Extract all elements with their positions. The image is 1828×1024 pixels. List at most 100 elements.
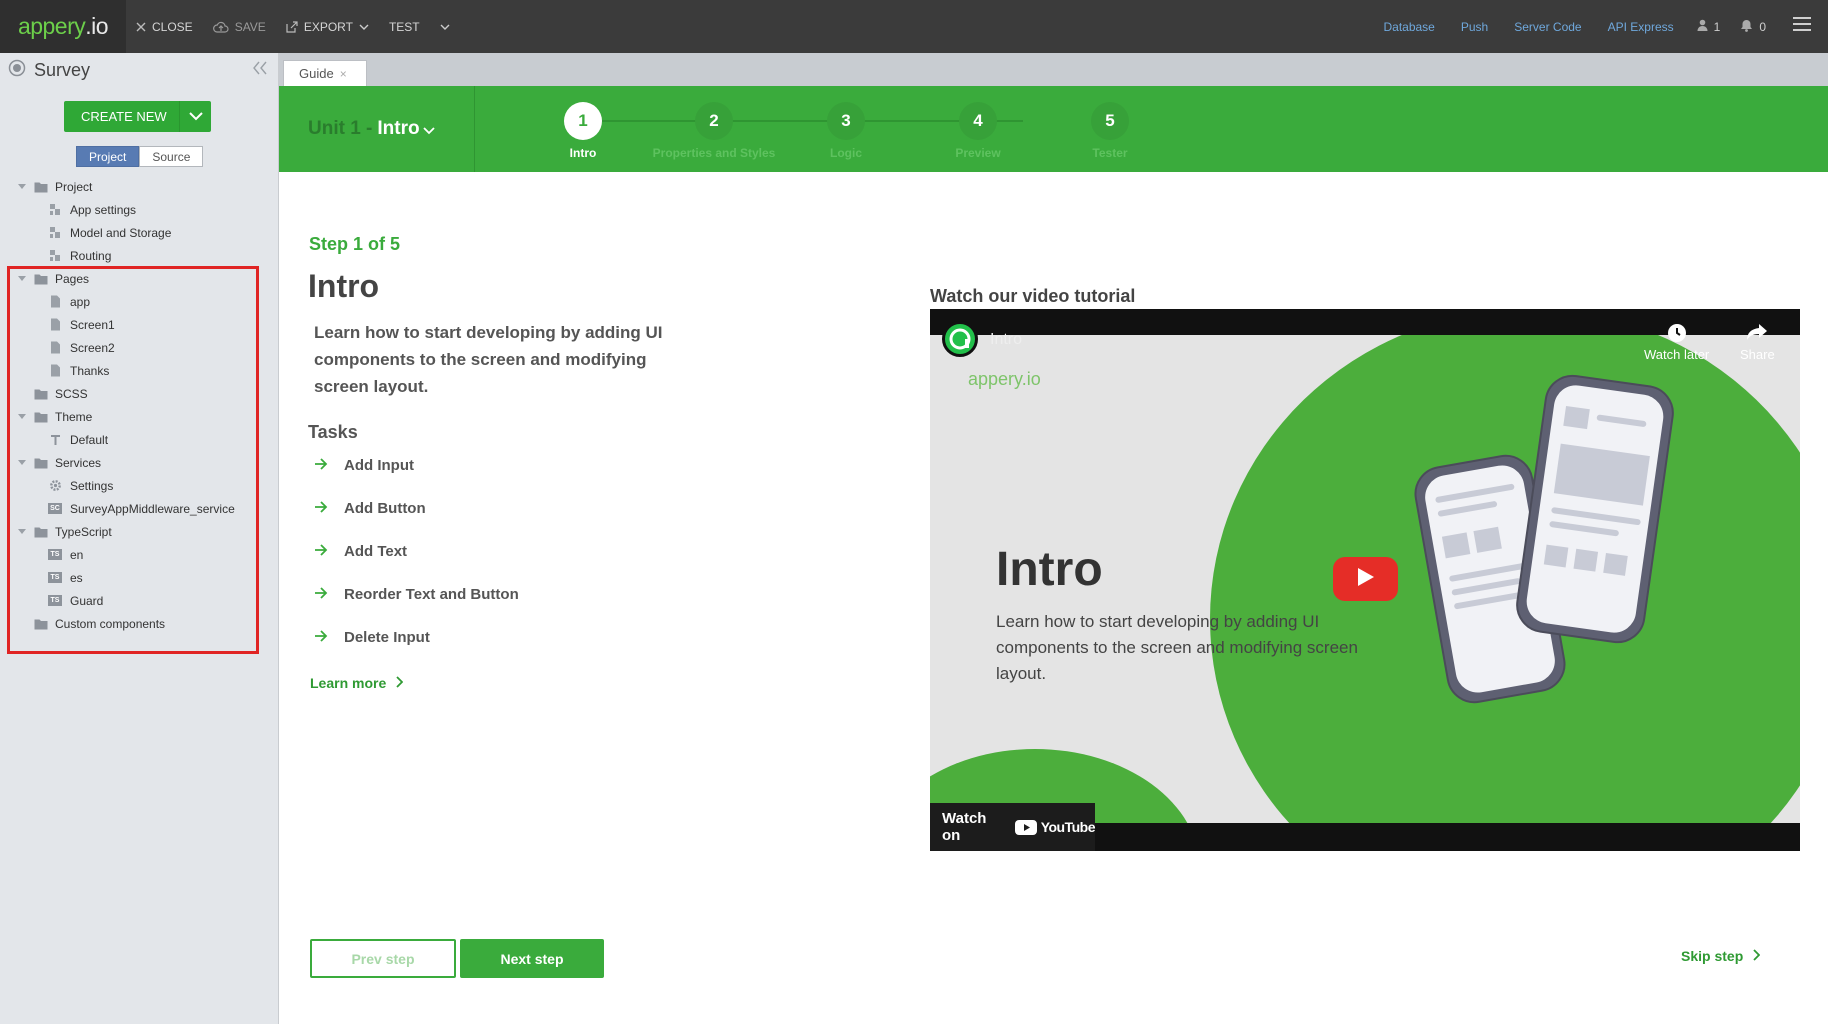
- tree-item[interactable]: TS en: [0, 543, 279, 566]
- typescript-icon: TS: [48, 594, 62, 608]
- create-new-button[interactable]: CREATE NEW: [64, 101, 211, 132]
- play-button[interactable]: [1333, 557, 1398, 601]
- youtube-label: YouTube: [1040, 819, 1096, 835]
- export-button[interactable]: EXPORT: [276, 0, 379, 53]
- tree-item[interactable]: Screen1: [0, 313, 279, 336]
- task-item[interactable]: Add Input: [314, 457, 414, 474]
- close-button[interactable]: CLOSE: [126, 0, 203, 53]
- expand-toggle-icon[interactable]: [17, 527, 27, 537]
- tree-item[interactable]: App settings: [0, 198, 279, 221]
- notifications-indicator[interactable]: 0: [1730, 19, 1776, 35]
- task-item[interactable]: Add Text: [314, 543, 407, 560]
- tree-item-label: Theme: [55, 409, 93, 424]
- prev-step-button[interactable]: Prev step: [310, 939, 456, 978]
- step-2[interactable]: 2 Properties and Styles: [649, 102, 779, 160]
- logo-suffix: .io: [85, 13, 109, 39]
- api-express-link[interactable]: API Express: [1595, 20, 1687, 34]
- tree-item[interactable]: Custom components: [0, 612, 279, 635]
- watch-on-youtube-button[interactable]: Watch on YouTube: [930, 803, 1096, 851]
- step-counter: Step 1 of 5: [309, 234, 401, 254]
- unit-name: Intro: [377, 118, 420, 139]
- tree-item[interactable]: Theme: [0, 405, 279, 428]
- folder-icon: [34, 456, 48, 470]
- tree-item[interactable]: Settings: [0, 474, 279, 497]
- service-icon: SC: [48, 502, 62, 516]
- video-player[interactable]: Intro appery.io Watch later Share Intro …: [930, 309, 1800, 851]
- logo-text: appery: [17, 13, 86, 39]
- hamburger-icon: [1792, 16, 1812, 37]
- folder-icon: [34, 410, 48, 424]
- theme-icon: [48, 433, 62, 447]
- database-link[interactable]: Database: [1370, 20, 1447, 34]
- test-button[interactable]: TEST: [379, 0, 430, 53]
- tree-item[interactable]: Project: [0, 175, 279, 198]
- video-brand: appery.io: [968, 369, 1041, 389]
- page-icon: [48, 318, 62, 332]
- arrow-right-icon: [314, 586, 328, 603]
- users-indicator[interactable]: 1: [1687, 19, 1731, 34]
- test-dropdown[interactable]: [430, 0, 460, 53]
- folder-icon: [34, 180, 48, 194]
- tree-item[interactable]: Thanks: [0, 359, 279, 382]
- project-view-tab[interactable]: Project: [76, 146, 140, 167]
- video-title[interactable]: Intro: [990, 331, 1022, 349]
- cloud-save-icon: [212, 21, 229, 33]
- channel-avatar[interactable]: [942, 321, 978, 357]
- chevron-right-icon: [396, 675, 404, 691]
- step-label: Intro: [569, 146, 597, 160]
- create-new-label: CREATE NEW: [81, 109, 167, 124]
- step-number: 4: [959, 102, 997, 140]
- step-number: 5: [1091, 102, 1129, 140]
- tree-item[interactable]: TS es: [0, 566, 279, 589]
- tree-item[interactable]: SCSS: [0, 382, 279, 405]
- tree-item-label: es: [70, 570, 83, 585]
- tree-item[interactable]: Model and Storage: [0, 221, 279, 244]
- tree-item[interactable]: app: [0, 290, 279, 313]
- step-5[interactable]: 5 Tester: [1045, 102, 1175, 160]
- task-item[interactable]: Reorder Text and Button: [314, 586, 519, 603]
- server-code-link[interactable]: Server Code: [1501, 20, 1594, 34]
- expand-toggle-icon[interactable]: [17, 412, 27, 422]
- save-button[interactable]: SAVE: [203, 0, 276, 53]
- push-link[interactable]: Push: [1448, 20, 1501, 34]
- step-label: Preview: [955, 146, 1001, 160]
- test-label: TEST: [388, 19, 420, 34]
- folder-icon: [34, 387, 48, 401]
- appery-logo[interactable]: appery .io: [0, 0, 126, 53]
- tree-item[interactable]: Routing: [0, 244, 279, 267]
- video-big-title: Intro: [996, 543, 1103, 596]
- share-label: Share: [1740, 347, 1775, 362]
- watch-later-button[interactable]: Watch later: [1644, 323, 1709, 362]
- share-button[interactable]: Share: [1740, 323, 1775, 362]
- task-item[interactable]: Delete Input: [314, 629, 430, 646]
- menu-button[interactable]: [1776, 0, 1828, 53]
- skip-step-link[interactable]: Skip step: [1681, 948, 1761, 964]
- tree-item[interactable]: TS Guard: [0, 589, 279, 612]
- page-title: Intro: [308, 268, 380, 304]
- tree-item[interactable]: Default: [0, 428, 279, 451]
- tree-item-label: Pages: [55, 271, 90, 286]
- step-4[interactable]: 4 Preview: [913, 102, 1043, 160]
- collapse-sidebar-icon[interactable]: [252, 61, 268, 80]
- learn-more-link[interactable]: Learn more: [310, 675, 404, 691]
- tree-item[interactable]: SC SurveyAppMiddleware_service: [0, 497, 279, 520]
- tree-item[interactable]: Pages: [0, 267, 279, 290]
- task-item[interactable]: Add Button: [314, 500, 426, 517]
- close-tab-icon[interactable]: ×: [340, 67, 347, 81]
- tab-guide[interactable]: Guide ×: [283, 60, 367, 86]
- tree-item[interactable]: Services: [0, 451, 279, 474]
- source-view-tab[interactable]: Source: [139, 146, 204, 167]
- export-label: EXPORT: [303, 19, 353, 34]
- unit-selector[interactable]: Unit 1 - Intro: [279, 86, 475, 172]
- expand-toggle-icon[interactable]: [17, 182, 27, 192]
- expand-toggle-icon[interactable]: [17, 458, 27, 468]
- step-3[interactable]: 3 Logic: [781, 102, 911, 160]
- arrow-right-icon: [314, 457, 328, 474]
- tree-item[interactable]: TypeScript: [0, 520, 279, 543]
- next-step-button[interactable]: Next step: [460, 939, 604, 978]
- tree-item[interactable]: Screen2: [0, 336, 279, 359]
- chevron-right-icon: [1753, 948, 1761, 964]
- expand-toggle-icon[interactable]: [17, 274, 27, 284]
- step-1[interactable]: 1 Intro: [518, 102, 648, 160]
- chevron-down-icon[interactable]: [179, 101, 211, 132]
